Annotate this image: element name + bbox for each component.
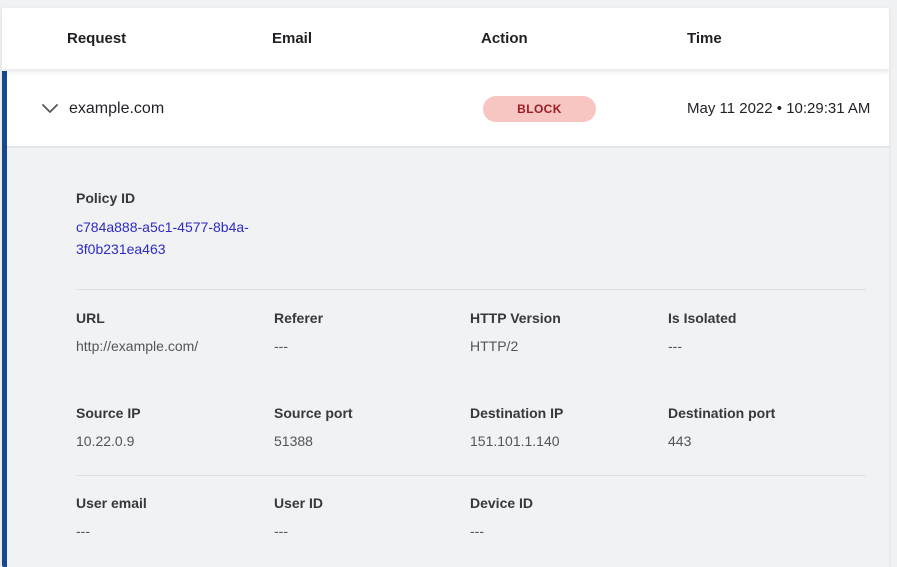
- url-label: URL: [76, 308, 274, 328]
- is-isolated-field: Is Isolated ---: [668, 308, 866, 356]
- column-header-email: Email: [272, 30, 481, 47]
- section-divider: [76, 289, 866, 290]
- details-section-request-info: URL http://example.com/ Referer --- HTTP…: [76, 308, 866, 356]
- details-section-network-info: Source IP 10.22.0.9 Source port 51388 De…: [76, 403, 866, 451]
- http-version-value: HTTP/2: [470, 336, 668, 356]
- row-action-cell: BLOCK: [483, 96, 687, 122]
- column-header-request: Request: [67, 30, 272, 47]
- source-port-label: Source port: [274, 403, 470, 423]
- device-id-field: Device ID ---: [470, 493, 668, 541]
- user-email-value: ---: [76, 521, 274, 541]
- device-id-label: Device ID: [470, 493, 668, 513]
- source-port-field: Source port 51388: [274, 403, 470, 451]
- user-id-value: ---: [274, 521, 470, 541]
- expanded-row-group: example.com BLOCK May 11 2022 • 10:29:31…: [2, 71, 889, 567]
- policy-id-link[interactable]: c784a888-a5c1-4577-8b4a-3f0b231ea463: [76, 216, 271, 260]
- source-port-value: 51388: [274, 431, 470, 451]
- url-value: http://example.com/: [76, 336, 274, 356]
- page-background: Request Email Action Time example.com BL…: [0, 0, 897, 567]
- table-header: Request Email Action Time: [2, 8, 889, 69]
- log-table-card: Request Email Action Time example.com BL…: [2, 8, 889, 567]
- destination-ip-field: Destination IP 151.101.1.140: [470, 403, 668, 451]
- user-id-label: User ID: [274, 493, 470, 513]
- referer-value: ---: [274, 336, 470, 356]
- destination-port-value: 443: [668, 431, 866, 451]
- http-version-field: HTTP Version HTTP/2: [470, 308, 668, 356]
- device-id-value: ---: [470, 521, 668, 541]
- user-email-label: User email: [76, 493, 274, 513]
- policy-id-field: Policy ID c784a888-a5c1-4577-8b4a-3f0b23…: [76, 188, 866, 260]
- column-header-time: Time: [687, 30, 889, 47]
- policy-id-label: Policy ID: [76, 188, 866, 208]
- destination-ip-label: Destination IP: [470, 403, 668, 423]
- http-version-label: HTTP Version: [470, 308, 668, 328]
- referer-label: Referer: [274, 308, 470, 328]
- row-request-value: example.com: [69, 100, 271, 118]
- user-email-field: User email ---: [76, 493, 274, 541]
- destination-port-field: Destination port 443: [668, 403, 866, 451]
- chevron-down-icon: [42, 100, 58, 118]
- row-time-value: May 11 2022 • 10:29:31 AM: [687, 97, 877, 121]
- source-ip-label: Source IP: [76, 403, 274, 423]
- row-details-panel: Policy ID c784a888-a5c1-4577-8b4a-3f0b23…: [7, 148, 889, 567]
- log-row[interactable]: example.com BLOCK May 11 2022 • 10:29:31…: [7, 71, 889, 148]
- section-divider: [76, 475, 866, 476]
- source-ip-value: 10.22.0.9: [76, 431, 274, 451]
- source-ip-field: Source IP 10.22.0.9: [76, 403, 274, 451]
- destination-port-label: Destination port: [668, 403, 866, 423]
- is-isolated-value: ---: [668, 336, 866, 356]
- url-field: URL http://example.com/: [76, 308, 274, 356]
- details-section-user-info: User email --- User ID --- Device ID ---: [76, 493, 866, 541]
- is-isolated-label: Is Isolated: [668, 308, 866, 328]
- referer-field: Referer ---: [274, 308, 470, 356]
- destination-ip-value: 151.101.1.140: [470, 431, 668, 451]
- action-block-badge: BLOCK: [483, 96, 596, 122]
- column-header-action: Action: [481, 30, 687, 47]
- user-id-field: User ID ---: [274, 493, 470, 541]
- row-expand-toggle[interactable]: [7, 100, 69, 118]
